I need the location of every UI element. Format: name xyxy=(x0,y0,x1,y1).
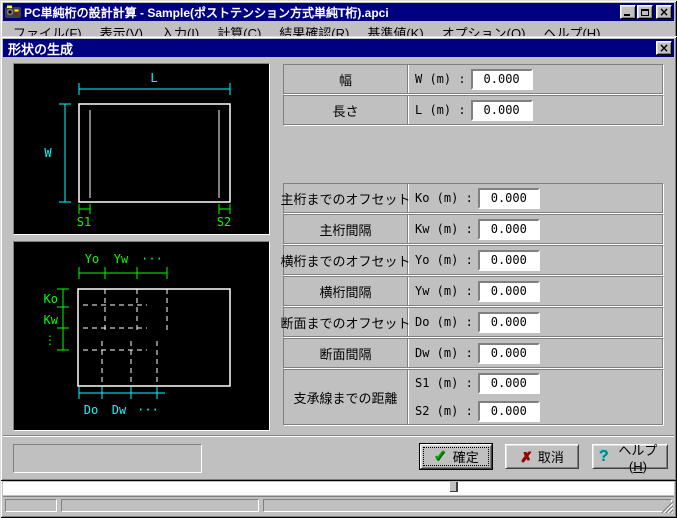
crossbeam-offset-input[interactable] xyxy=(478,250,540,271)
row-code: Yo (m) : xyxy=(415,253,473,267)
dimension-S2 xyxy=(219,204,230,214)
row-label: 横桁間隔 xyxy=(284,277,408,305)
label-Ko: Ko xyxy=(44,292,58,306)
dimension-W xyxy=(59,104,71,202)
dimension-D xyxy=(79,387,165,399)
bearing-s1-input[interactable] xyxy=(478,373,540,394)
label-Yw: Yw xyxy=(114,252,129,266)
row-label: 長さ xyxy=(284,96,408,124)
label-Dw: Dw xyxy=(112,403,127,417)
row-label: 主桁までのオフセット xyxy=(284,184,408,212)
statusbar-panel-2 xyxy=(61,499,259,512)
app-icon xyxy=(5,5,21,20)
dimension-S1 xyxy=(79,204,90,214)
question-icon: ? xyxy=(599,450,609,464)
dialog-title: 形状の生成 xyxy=(5,39,655,58)
section-spacing-input[interactable] xyxy=(478,343,540,364)
row-label: 断面までのオフセット xyxy=(284,308,408,336)
message-panel xyxy=(13,444,202,473)
label-Y-dots: ··· xyxy=(141,252,163,266)
length-input[interactable] xyxy=(471,100,533,121)
form-group-dimensions: 幅 W (m) : 長さ L (m) : xyxy=(283,64,663,126)
help-button[interactable]: ? ヘルプ(H) xyxy=(592,444,668,469)
row-label: 幅 xyxy=(284,65,408,93)
close-icon: × xyxy=(659,7,669,17)
row-code: Ko (m) : xyxy=(415,191,473,205)
label-D-dots: ··· xyxy=(137,403,159,417)
dialog-separator xyxy=(3,435,674,437)
form-group-layout: 主桁までのオフセット Ko (m) : 主桁間隔 Kw (m) : 横桁までのオ… xyxy=(283,183,663,426)
label-S2: S2 xyxy=(217,215,231,229)
plan-preview-diagram: L W S1 S2 xyxy=(13,63,270,235)
shape-generation-dialog: 形状の生成 × L xyxy=(0,36,677,481)
statusbar-panel-1 xyxy=(5,499,57,512)
main-titlebar: PC単純桁の設計計算 - Sample(ポストテンション方式単純T桁).apci… xyxy=(3,3,674,21)
row-code: Do (m) : xyxy=(415,315,473,329)
label-Kw: Kw xyxy=(44,313,59,327)
label-Do: Do xyxy=(84,403,98,417)
section-offset-input[interactable] xyxy=(478,312,540,333)
help-button-label: ヘルプ(H) xyxy=(615,440,661,474)
splitter-handle[interactable] xyxy=(450,482,458,492)
dialog-titlebar: 形状の生成 × xyxy=(3,39,674,57)
statusbar xyxy=(3,496,674,514)
row-code: S2 (m) : xyxy=(415,404,473,418)
row-code: W (m) : xyxy=(415,72,466,86)
form-row-section-offset: 断面までのオフセット Do (m) : xyxy=(283,307,663,337)
deck-outline xyxy=(78,289,230,386)
focus-rect xyxy=(423,447,489,466)
maximize-button[interactable] xyxy=(637,5,653,19)
row-label: 断面間隔 xyxy=(284,339,408,367)
cross-icon: ✗ xyxy=(520,450,532,464)
main-client-strip xyxy=(3,482,674,495)
row-label: 主桁間隔 xyxy=(284,215,408,243)
cancel-button[interactable]: ✗ 取消 xyxy=(505,444,579,469)
deck-outline xyxy=(79,104,230,202)
form-row-crossbeam-offset: 横桁までのオフセット Yo (m) : xyxy=(283,245,663,275)
close-button[interactable]: × xyxy=(656,5,672,19)
row-code: L (m) : xyxy=(415,103,466,117)
form-row-bearing-distance: 支承線までの距離 S1 (m) : S2 (m) : xyxy=(283,369,663,425)
row-code: S1 (m) : xyxy=(415,376,473,390)
label-W: W xyxy=(44,146,52,160)
label-Yo: Yo xyxy=(85,252,99,266)
window-title: PC単純桁の設計計算 - Sample(ポストテンション方式単純T桁).apci xyxy=(24,4,619,21)
form-row-section-spacing: 断面間隔 Dw (m) : xyxy=(283,338,663,368)
form-row-width: 幅 W (m) : xyxy=(283,64,663,94)
row-label: 横桁までのオフセット xyxy=(284,246,408,274)
grid-preview-diagram: Yo Yw ··· Ko Kw ⋮ xyxy=(13,241,270,431)
maximize-icon xyxy=(641,9,649,16)
minimize-button[interactable] xyxy=(620,5,636,19)
confirm-button[interactable]: ✓ 確定 xyxy=(420,444,492,469)
resize-grip[interactable] xyxy=(660,500,673,513)
bearing-s2-input[interactable] xyxy=(478,401,540,422)
dialog-close-button[interactable]: × xyxy=(656,41,672,55)
row-code: Dw (m) : xyxy=(415,346,473,360)
row-label: 支承線までの距離 xyxy=(284,370,408,424)
girder-offset-input[interactable] xyxy=(478,188,540,209)
dimension-Y xyxy=(79,267,167,279)
width-input[interactable] xyxy=(471,69,533,90)
row-code: Kw (m) : xyxy=(415,222,473,236)
girder-spacing-input[interactable] xyxy=(478,219,540,240)
label-K-dots: ⋮ xyxy=(44,333,56,347)
cancel-button-label: 取消 xyxy=(538,447,564,466)
form-row-length: 長さ L (m) : xyxy=(283,95,663,125)
form-row-crossbeam-spacing: 横桁間隔 Yw (m) : xyxy=(283,276,663,306)
dimension-K xyxy=(57,289,69,350)
form-row-girder-offset: 主桁までのオフセット Ko (m) : xyxy=(283,183,663,213)
dialog-close-icon: × xyxy=(659,43,669,53)
crossbeam-spacing-input[interactable] xyxy=(478,281,540,302)
app-window: PC単純桁の設計計算 - Sample(ポストテンション方式単純T桁).apci… xyxy=(0,0,677,518)
form-row-girder-spacing: 主桁間隔 Kw (m) : xyxy=(283,214,663,244)
label-S1: S1 xyxy=(77,215,91,229)
row-code: Yw (m) : xyxy=(415,284,473,298)
girder-dashed-lines xyxy=(83,289,167,383)
statusbar-panel-3 xyxy=(263,499,672,512)
minimize-icon xyxy=(624,14,630,16)
label-L: L xyxy=(150,71,157,85)
